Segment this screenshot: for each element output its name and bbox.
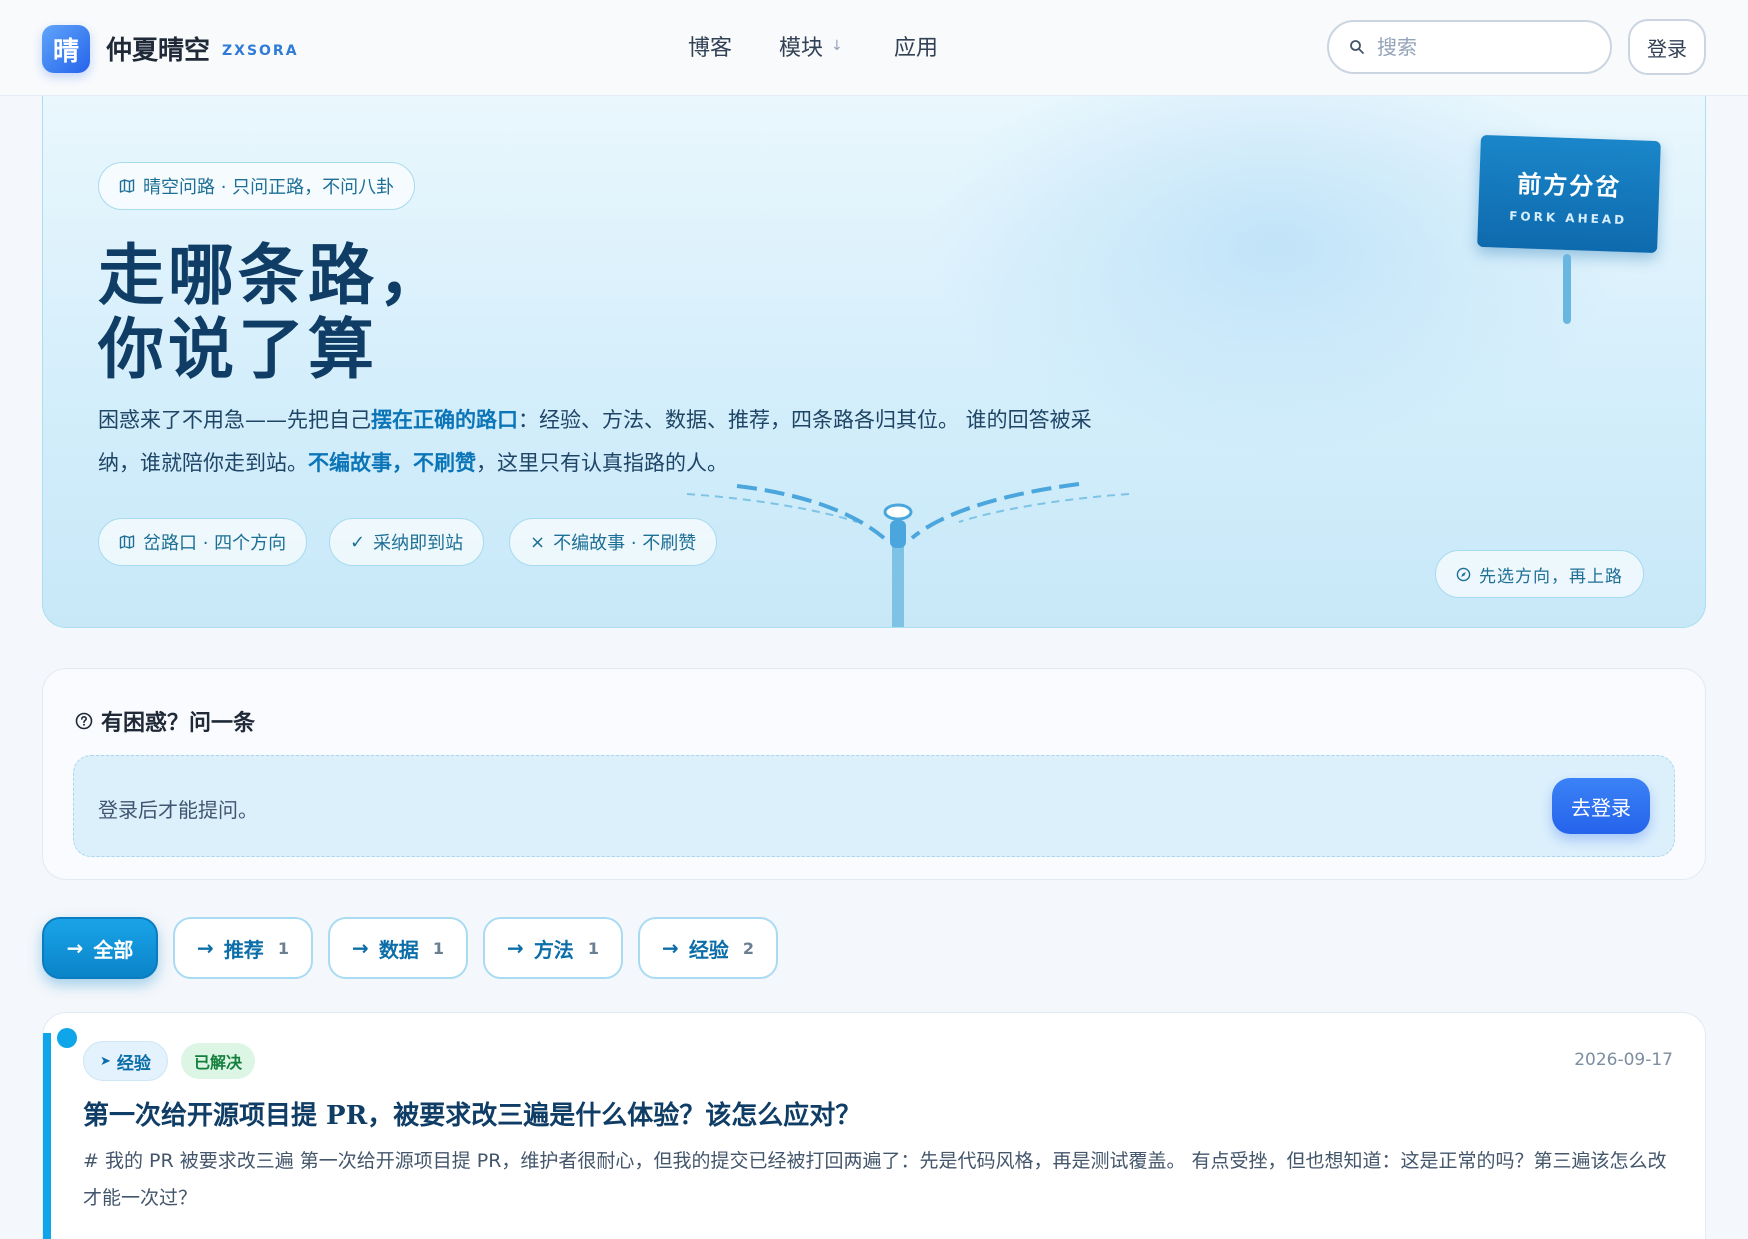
search-input[interactable] <box>1377 35 1577 59</box>
hero-title: 走哪条路， 你说了算 <box>98 238 448 386</box>
ask-question-card: 有困惑？问一条 登录后才能提问。 去登录 <box>42 668 1706 880</box>
filter-tab-recommend[interactable]: → 推荐 1 <box>173 917 313 979</box>
hero-desc-part: 困惑来了不用急——先把自己 <box>98 408 371 432</box>
hero-title-line2: 你说了算 <box>98 310 378 388</box>
search-icon <box>1350 40 1364 54</box>
hero-desc-emphasis: 摆在正确的路口 <box>371 408 518 432</box>
map-icon <box>119 179 135 193</box>
hero-chip-adopted[interactable]: ✓ 采纳即到站 <box>329 518 485 566</box>
filter-tab-label: 全部 <box>93 937 134 962</box>
arrow-right-icon: → <box>352 936 369 960</box>
filter-tab-experience[interactable]: → 经验 2 <box>638 917 778 979</box>
filter-tab-data[interactable]: → 数据 1 <box>328 917 468 979</box>
hero-chip-crossroads[interactable]: 岔路口 · 四个方向 <box>98 518 308 566</box>
play-icon: ➤ <box>100 1053 111 1069</box>
ask-title-label: 有困惑？问一条 <box>101 711 256 736</box>
filter-tab-label: 经验 <box>688 937 729 962</box>
fork-road-illustration <box>686 482 1130 627</box>
hero-tag-label: 晴空问路 · 只问正路，不问八卦 <box>143 177 395 198</box>
arrow-right-icon: → <box>197 936 214 960</box>
nav-item-apps[interactable]: 应用 <box>894 30 938 62</box>
sign-post <box>1563 254 1571 324</box>
arrow-right-icon: → <box>66 936 84 960</box>
arrow-right-icon: → <box>662 936 679 960</box>
go-login-button[interactable]: 去登录 <box>1552 778 1650 834</box>
top-header: 晴 仲夏晴空 ZXSORA 博客 模块 ↓ 应用 登录 <box>0 0 1748 96</box>
nav-item-modules[interactable]: 模块 ↓ <box>779 30 843 62</box>
nav-item-label: 模块 <box>779 36 824 61</box>
hero-desc-emphasis: 不编故事，不刷赞 <box>308 451 476 475</box>
filter-tab-label: 方法 <box>533 937 574 962</box>
question-dot <box>57 1028 77 1048</box>
arrow-down-icon: ↓ <box>831 38 843 54</box>
login-button[interactable]: 登录 <box>1628 19 1706 75</box>
compass-icon <box>1456 567 1471 581</box>
filter-tab-count: 1 <box>432 938 444 958</box>
hero-banner: 晴空问路 · 只问正路，不问八卦 走哪条路， 你说了算 困惑来了不用急——先把自… <box>42 96 1706 628</box>
question-category-label: 经验 <box>116 1053 151 1074</box>
close-icon: × <box>530 531 546 553</box>
filter-tab-count: 2 <box>742 938 754 958</box>
status-badge: 已解决 <box>181 1043 256 1079</box>
hero-tag: 晴空问路 · 只问正路，不问八卦 <box>98 162 416 210</box>
hero-title-line1: 走哪条路， <box>98 236 448 314</box>
filter-tab-method[interactable]: → 方法 1 <box>483 917 623 979</box>
question-excerpt: # 我的 PR 被要求改三遍 第一次给开源项目提 PR，维护者很耐心，但我的提交… <box>83 1150 1667 1209</box>
nav-item-label: 应用 <box>894 36 939 61</box>
question-date: 2026-09-17 <box>1574 1050 1673 1070</box>
hero-corner-tag: 先选方向，再上路 <box>1435 550 1644 598</box>
ask-title: 有困惑？问一条 <box>75 705 255 737</box>
filter-tab-label: 数据 <box>378 937 419 962</box>
hero-chip-label: 不编故事 · 不刷赞 <box>553 533 697 554</box>
nav-item-blog[interactable]: 博客 <box>688 30 732 62</box>
check-icon: ✓ <box>350 531 366 553</box>
ask-login-prompt: 登录后才能提问。 去登录 <box>73 755 1675 857</box>
question-accent-bar <box>43 1033 51 1239</box>
filter-tab-count: 1 <box>277 938 289 958</box>
question-category-badge[interactable]: ➤ 经验 <box>83 1041 168 1081</box>
search-box[interactable] <box>1327 20 1612 74</box>
sign-subtitle: FORK AHEAD <box>1509 208 1628 228</box>
fork-ahead-sign: 前方分岔 FORK AHEAD <box>1477 134 1661 254</box>
hero-chip-label: 岔路口 · 四个方向 <box>143 533 287 554</box>
filter-tab-count: 1 <box>587 938 599 958</box>
filter-tab-label: 推荐 <box>223 937 264 962</box>
nav-item-label: 博客 <box>688 36 733 61</box>
ask-login-message: 登录后才能提问。 <box>98 798 258 822</box>
sign-title: 前方分岔 <box>1516 170 1622 202</box>
map-icon <box>119 535 135 549</box>
filter-tab-all[interactable]: → 全部 <box>42 917 158 979</box>
question-card[interactable]: ➤ 经验 已解决 2026-09-17 第一次给开源项目提 PR，被要求改三遍是… <box>42 1012 1706 1239</box>
hero-corner-label: 先选方向，再上路 <box>1479 566 1623 587</box>
question-title[interactable]: 第一次给开源项目提 PR，被要求改三遍是什么体验？该怎么应对？ <box>83 1095 861 1132</box>
arrow-right-icon: → <box>507 936 524 960</box>
hero-chip-label: 采纳即到站 <box>373 533 464 554</box>
question-circle-icon <box>75 712 93 730</box>
